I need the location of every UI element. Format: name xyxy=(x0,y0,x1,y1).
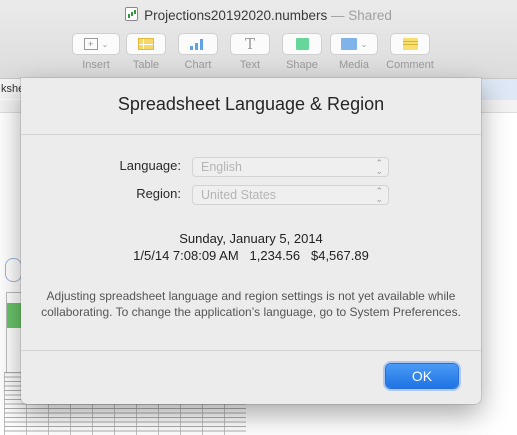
title-separator: — xyxy=(331,8,345,23)
scroll-handle[interactable] xyxy=(5,258,22,282)
toolbar-insert[interactable]: + ⌄ Insert xyxy=(69,33,123,71)
toolbar: + ⌄ Insert Table Chart T Text Shape ⌄ Med… xyxy=(0,33,517,73)
insert-button[interactable]: + ⌄ xyxy=(72,33,120,55)
chevron-down-icon: ⌄ xyxy=(360,39,368,49)
divider xyxy=(21,134,481,135)
comment-label: Comment xyxy=(386,59,434,71)
text-icon: T xyxy=(244,35,255,53)
window-title: Projections20192020.numbers — Shared xyxy=(0,7,517,23)
chart-button[interactable] xyxy=(178,33,218,55)
text-label: Text xyxy=(239,59,261,71)
document-name: Projections20192020.numbers xyxy=(144,8,328,23)
language-value: English xyxy=(201,160,242,174)
shape-button[interactable] xyxy=(282,33,322,55)
window-titlebar: Projections20192020.numbers — Shared + ⌄ … xyxy=(0,0,517,79)
comment-button[interactable] xyxy=(390,33,430,55)
ok-button[interactable]: OK xyxy=(386,364,458,388)
comment-icon xyxy=(402,38,418,50)
updown-chevron-icon: ⌃ ⌄ xyxy=(375,186,383,204)
chart-icon xyxy=(190,38,206,50)
toolbar-comment[interactable]: Comment xyxy=(383,33,437,71)
insert-label: Insert xyxy=(82,59,110,71)
chevron-down-icon: ⌄ xyxy=(101,39,109,49)
currency-preview: $4,567.89 xyxy=(310,248,369,263)
region-popup[interactable]: United States ⌃ ⌄ xyxy=(192,185,389,205)
toolbar-chart[interactable]: Chart xyxy=(171,33,225,71)
media-icon xyxy=(340,38,357,50)
insert-icon: + xyxy=(83,38,98,50)
language-label: Language: xyxy=(119,158,181,173)
shared-status: Shared xyxy=(348,8,392,23)
updown-chevron-icon: ⌃ ⌄ xyxy=(375,158,383,176)
shape-label: Shape xyxy=(286,59,318,71)
toolbar-shape[interactable]: Shape xyxy=(275,33,329,71)
collaboration-notice: Adjusting spreadsheet language and regio… xyxy=(41,289,461,319)
table-icon xyxy=(138,38,154,50)
format-preview: 1/5/14 7:08:09 AM 1,234.56 $4,567.89 xyxy=(21,248,481,263)
divider xyxy=(21,350,481,351)
language-region-dialog: Spreadsheet Language & Region Language: … xyxy=(21,78,481,404)
table-label: Table xyxy=(132,59,160,71)
region-value: United States xyxy=(201,188,277,202)
toolbar-media[interactable]: ⌄ Media xyxy=(327,33,381,71)
datetime-preview: 1/5/14 7:08:09 AM xyxy=(133,248,239,263)
number-preview: 1,234.56 xyxy=(249,248,301,263)
toolbar-table[interactable]: Table xyxy=(119,33,173,71)
sheet-tab-selected[interactable] xyxy=(480,79,517,101)
shape-icon xyxy=(295,38,309,50)
numbers-document-icon xyxy=(125,7,139,21)
language-popup[interactable]: English ⌃ ⌄ xyxy=(192,157,389,177)
dialog-title: Spreadsheet Language & Region xyxy=(117,94,385,114)
text-button[interactable]: T xyxy=(230,33,270,55)
region-label: Region: xyxy=(136,186,181,201)
chart-label: Chart xyxy=(184,59,212,71)
date-preview: Sunday, January 5, 2014 xyxy=(179,231,323,246)
media-label: Media xyxy=(339,59,369,71)
media-button[interactable]: ⌄ xyxy=(330,33,378,55)
table-button[interactable] xyxy=(126,33,166,55)
toolbar-text[interactable]: T Text xyxy=(223,33,277,71)
